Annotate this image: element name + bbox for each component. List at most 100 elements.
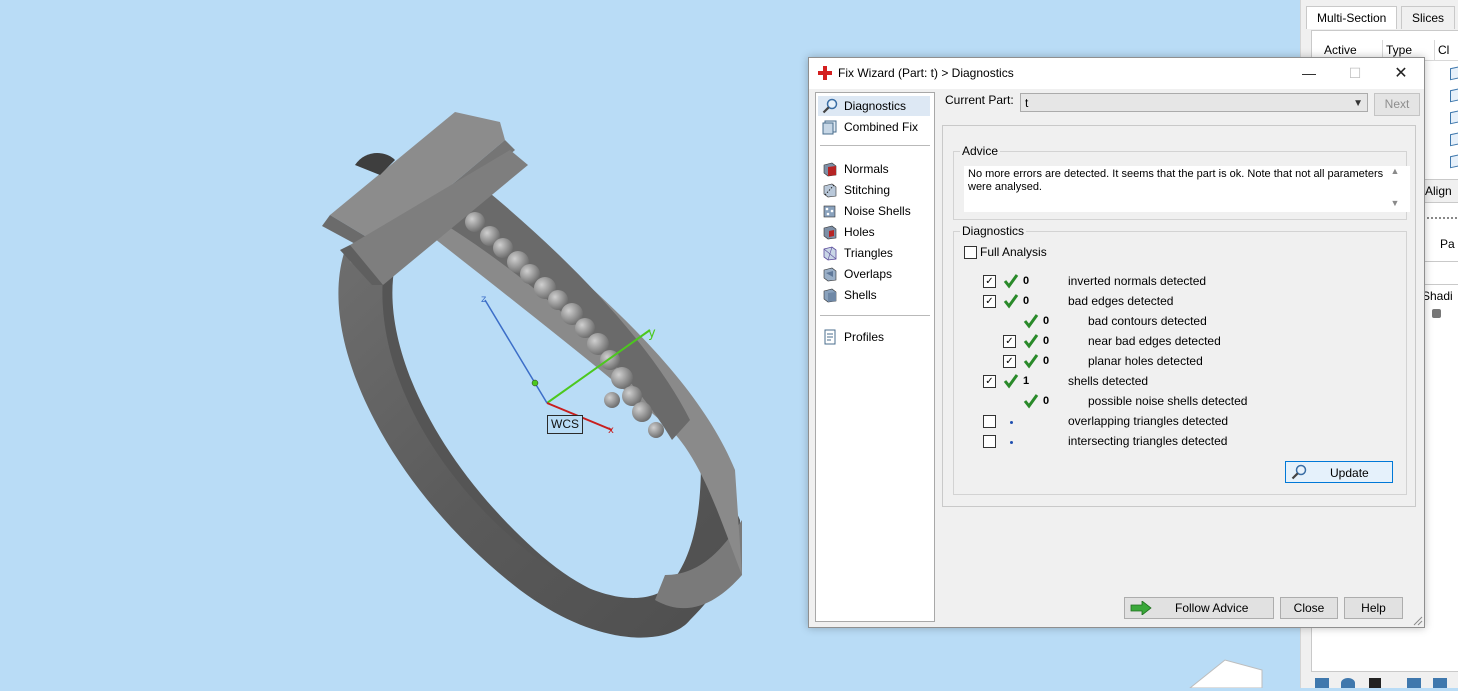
near-bad-edges-label: near bad edges detected bbox=[1088, 334, 1221, 348]
check-mark-icon bbox=[1023, 394, 1039, 409]
current-part-value: t bbox=[1025, 96, 1029, 110]
pending-dot-icon bbox=[1010, 441, 1013, 444]
check-mark-icon bbox=[1023, 354, 1039, 369]
fix-wizard-dialog: Fix Wizard (Part: t) > Diagnostics — ☐ ✕… bbox=[808, 57, 1425, 628]
full-analysis-label: Full Analysis bbox=[980, 245, 1047, 259]
minimize-button[interactable]: — bbox=[1286, 58, 1332, 89]
update-button[interactable]: Update bbox=[1285, 461, 1393, 483]
cube-view-icon[interactable] bbox=[1433, 678, 1447, 688]
checkbox-icon[interactable] bbox=[1369, 678, 1381, 688]
cube-icon[interactable] bbox=[1450, 87, 1458, 103]
svg-text:x: x bbox=[608, 425, 614, 436]
wizard-nav: Diagnostics Combined Fix Normals Stitchi… bbox=[815, 92, 935, 622]
overlapping-triangles-checkbox[interactable] bbox=[983, 415, 996, 428]
planar-holes-label: planar holes detected bbox=[1088, 354, 1203, 368]
shells-checkbox[interactable]: ✓ bbox=[983, 375, 996, 388]
current-part-label: Current Part: bbox=[945, 93, 1014, 107]
svg-text:y: y bbox=[648, 326, 656, 341]
check-mark-icon bbox=[1023, 334, 1039, 349]
nav-separator bbox=[820, 145, 930, 146]
close-button[interactable]: Close bbox=[1280, 597, 1338, 619]
check-mark-icon bbox=[1003, 294, 1019, 309]
follow-advice-button[interactable]: Follow Advice bbox=[1124, 597, 1274, 619]
nav-shells[interactable]: Shells bbox=[818, 285, 930, 305]
triangles-icon bbox=[823, 246, 837, 261]
close-window-button[interactable]: ✕ bbox=[1378, 58, 1424, 89]
noise-shells-label: possible noise shells detected bbox=[1088, 394, 1248, 408]
nav-separator bbox=[820, 315, 930, 316]
normals-icon bbox=[823, 162, 837, 177]
eye-icon[interactable] bbox=[1341, 678, 1355, 688]
diagnostics-panel: Advice No more errors are detected. It s… bbox=[942, 125, 1416, 507]
chevron-down-icon: ▼ bbox=[1353, 98, 1363, 109]
nav-diagnostics[interactable]: Diagnostics bbox=[818, 96, 930, 116]
check-mark-icon bbox=[1003, 274, 1019, 289]
nav-normals[interactable]: Normals bbox=[818, 159, 930, 179]
nav-stitching[interactable]: Stitching bbox=[818, 180, 930, 200]
stitching-icon bbox=[823, 183, 837, 198]
nav-noise-shells[interactable]: Noise Shells bbox=[818, 201, 930, 221]
pending-dot-icon bbox=[1010, 421, 1013, 424]
layers-icon[interactable] bbox=[1315, 678, 1329, 688]
wcs-label: WCS bbox=[547, 415, 583, 434]
value-field[interactable] bbox=[1420, 261, 1458, 285]
cube-icon[interactable] bbox=[1450, 109, 1458, 125]
planar-holes-count: 0 bbox=[1043, 355, 1050, 367]
diagnostics-title: Diagnostics bbox=[960, 224, 1027, 238]
current-part-select[interactable]: t ▼ bbox=[1020, 93, 1368, 112]
advice-text: No more errors are detected. It seems th… bbox=[964, 166, 1410, 212]
nav-triangles[interactable]: Triangles bbox=[818, 243, 930, 263]
near-bad-edges-count: 0 bbox=[1043, 335, 1050, 347]
planar-holes-checkbox[interactable]: ✓ bbox=[1003, 355, 1016, 368]
magnifier-icon bbox=[822, 98, 838, 114]
shells-count: 1 bbox=[1023, 375, 1030, 387]
advice-title: Advice bbox=[960, 144, 1001, 158]
update-label: Update bbox=[1330, 466, 1369, 480]
advice-scrollbar[interactable]: ▲ ▼ bbox=[1388, 166, 1402, 212]
shading-cube-icon[interactable] bbox=[1432, 309, 1441, 318]
noise-shells-count: 0 bbox=[1043, 395, 1050, 407]
magnifier-icon bbox=[1291, 464, 1307, 480]
cube-icon[interactable] bbox=[1450, 65, 1458, 81]
cube-view-icon[interactable] bbox=[1407, 678, 1421, 688]
bad-edges-label: bad edges detected bbox=[1068, 294, 1174, 308]
advice-group: Advice No more errors are detected. It s… bbox=[953, 144, 1410, 220]
follow-advice-label: Follow Advice bbox=[1175, 601, 1249, 615]
scroll-up-icon[interactable]: ▲ bbox=[1390, 166, 1400, 176]
noise-shells-icon bbox=[823, 205, 836, 218]
scroll-down-icon[interactable]: ▼ bbox=[1390, 198, 1400, 208]
maximize-button: ☐ bbox=[1348, 65, 1362, 81]
help-button[interactable]: Help bbox=[1344, 597, 1403, 619]
overlapping-triangles-label: overlapping triangles detected bbox=[1068, 414, 1229, 428]
pa-label: Pa bbox=[1440, 237, 1455, 251]
cube-icon[interactable] bbox=[1450, 153, 1458, 169]
resize-grip-icon[interactable] bbox=[1413, 616, 1423, 626]
near-bad-edges-checkbox[interactable]: ✓ bbox=[1003, 335, 1016, 348]
tab-slices[interactable]: Slices bbox=[1401, 6, 1456, 29]
nav-holes[interactable]: Holes bbox=[818, 222, 930, 242]
bad-edges-checkbox[interactable]: ✓ bbox=[983, 295, 996, 308]
arrow-right-icon bbox=[1130, 601, 1152, 615]
bottom-toolbar bbox=[1315, 676, 1455, 688]
svg-text:z: z bbox=[481, 294, 486, 305]
cube-icon[interactable] bbox=[1450, 131, 1458, 147]
inverted-normals-count: 0 bbox=[1023, 275, 1030, 287]
diagnostics-group: Diagnostics Full Analysis ✓ 0 inverted n… bbox=[953, 224, 1407, 495]
intersecting-triangles-label: intersecting triangles detected bbox=[1068, 434, 1228, 448]
bad-contours-count: 0 bbox=[1043, 315, 1050, 327]
shells-icon bbox=[823, 288, 837, 303]
inverted-normals-checkbox[interactable]: ✓ bbox=[983, 275, 996, 288]
nav-profiles[interactable]: Profiles bbox=[818, 327, 930, 347]
shading-column[interactable]: Shadi bbox=[1422, 289, 1453, 303]
nav-combined-fix[interactable]: Combined Fix bbox=[818, 117, 930, 137]
bad-edges-count: 0 bbox=[1023, 295, 1030, 307]
title-bar[interactable]: Fix Wizard (Part: t) > Diagnostics — ☐ ✕ bbox=[809, 58, 1424, 89]
align-button[interactable]: Align bbox=[1420, 179, 1458, 203]
splitter-handle[interactable] bbox=[1420, 217, 1458, 225]
dialog-title: Fix Wizard (Part: t) > Diagnostics bbox=[838, 66, 1014, 80]
tab-multi-section[interactable]: Multi-Section bbox=[1306, 6, 1398, 29]
intersecting-triangles-checkbox[interactable] bbox=[983, 435, 996, 448]
column-cl[interactable]: Cl bbox=[1434, 40, 1458, 61]
nav-overlaps[interactable]: Overlaps bbox=[818, 264, 930, 284]
full-analysis-checkbox[interactable] bbox=[964, 246, 977, 259]
